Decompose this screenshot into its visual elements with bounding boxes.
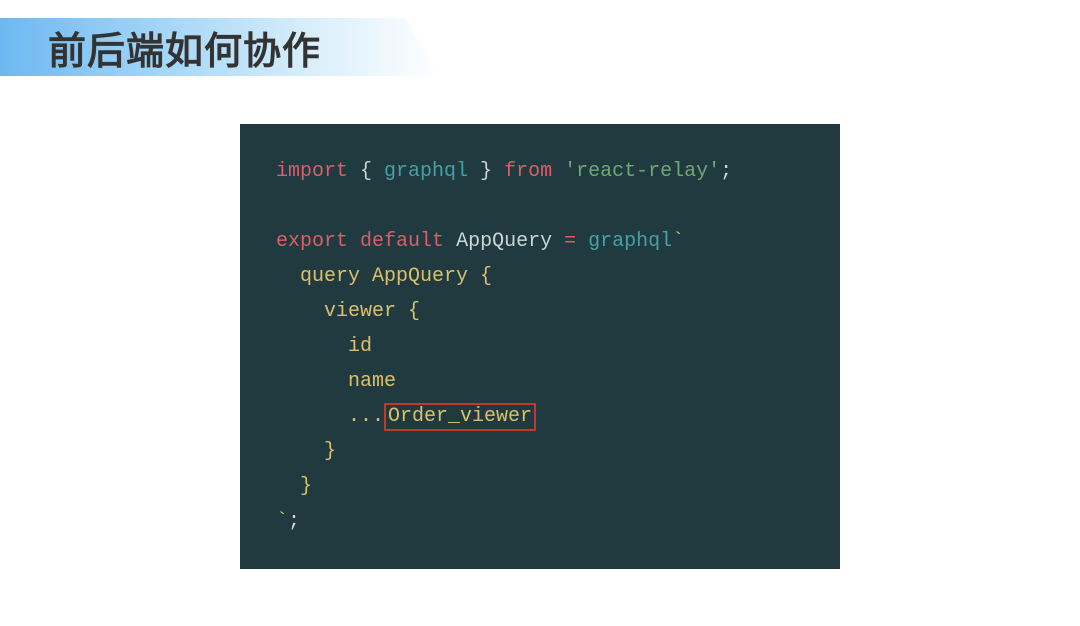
token-space <box>552 160 564 183</box>
token-import: import <box>276 160 348 183</box>
code-line-8: ...Order_viewer <box>276 399 804 434</box>
code-line-6: id <box>276 329 804 364</box>
code-line-blank <box>276 189 804 224</box>
token-semi: ; <box>720 160 732 183</box>
token-from: from <box>504 160 552 183</box>
code-line-9: } <box>276 434 804 469</box>
code-container: import { graphql } from 'react-relay'; e… <box>0 124 1080 569</box>
code-line-11: `; <box>276 504 804 539</box>
slide-title: 前后端如何协作 <box>0 20 321 75</box>
code-line-10: } <box>276 469 804 504</box>
highlighted-fragment: Order_viewer <box>384 403 536 431</box>
token-spread: ... <box>276 405 384 428</box>
token-semi-end: ; <box>288 510 300 533</box>
code-line-4: query AppQuery { <box>276 259 804 294</box>
token-sp <box>576 230 588 253</box>
token-export: export <box>276 230 348 253</box>
token-backtick-open: ` <box>672 230 684 253</box>
token-default: default <box>360 230 444 253</box>
code-line-3: export default AppQuery = graphql` <box>276 224 804 259</box>
token-appquery: AppQuery <box>456 230 552 253</box>
token-equals: = <box>564 230 576 253</box>
token-sp <box>444 230 456 253</box>
slide-title-banner: 前后端如何协作 <box>0 18 1080 76</box>
token-sp <box>348 230 360 253</box>
token-graphql-tag: graphql <box>588 230 672 253</box>
code-line-5: viewer { <box>276 294 804 329</box>
code-line-7: name <box>276 364 804 399</box>
token-backtick-close: ` <box>276 510 288 533</box>
code-block: import { graphql } from 'react-relay'; e… <box>240 124 840 569</box>
token-sp <box>552 230 564 253</box>
token-package: 'react-relay' <box>564 160 720 183</box>
token-brace-close: } <box>468 160 504 183</box>
code-line-1: import { graphql } from 'react-relay'; <box>276 154 804 189</box>
token-brace-open: { <box>348 160 384 183</box>
token-graphql-ident: graphql <box>384 160 468 183</box>
